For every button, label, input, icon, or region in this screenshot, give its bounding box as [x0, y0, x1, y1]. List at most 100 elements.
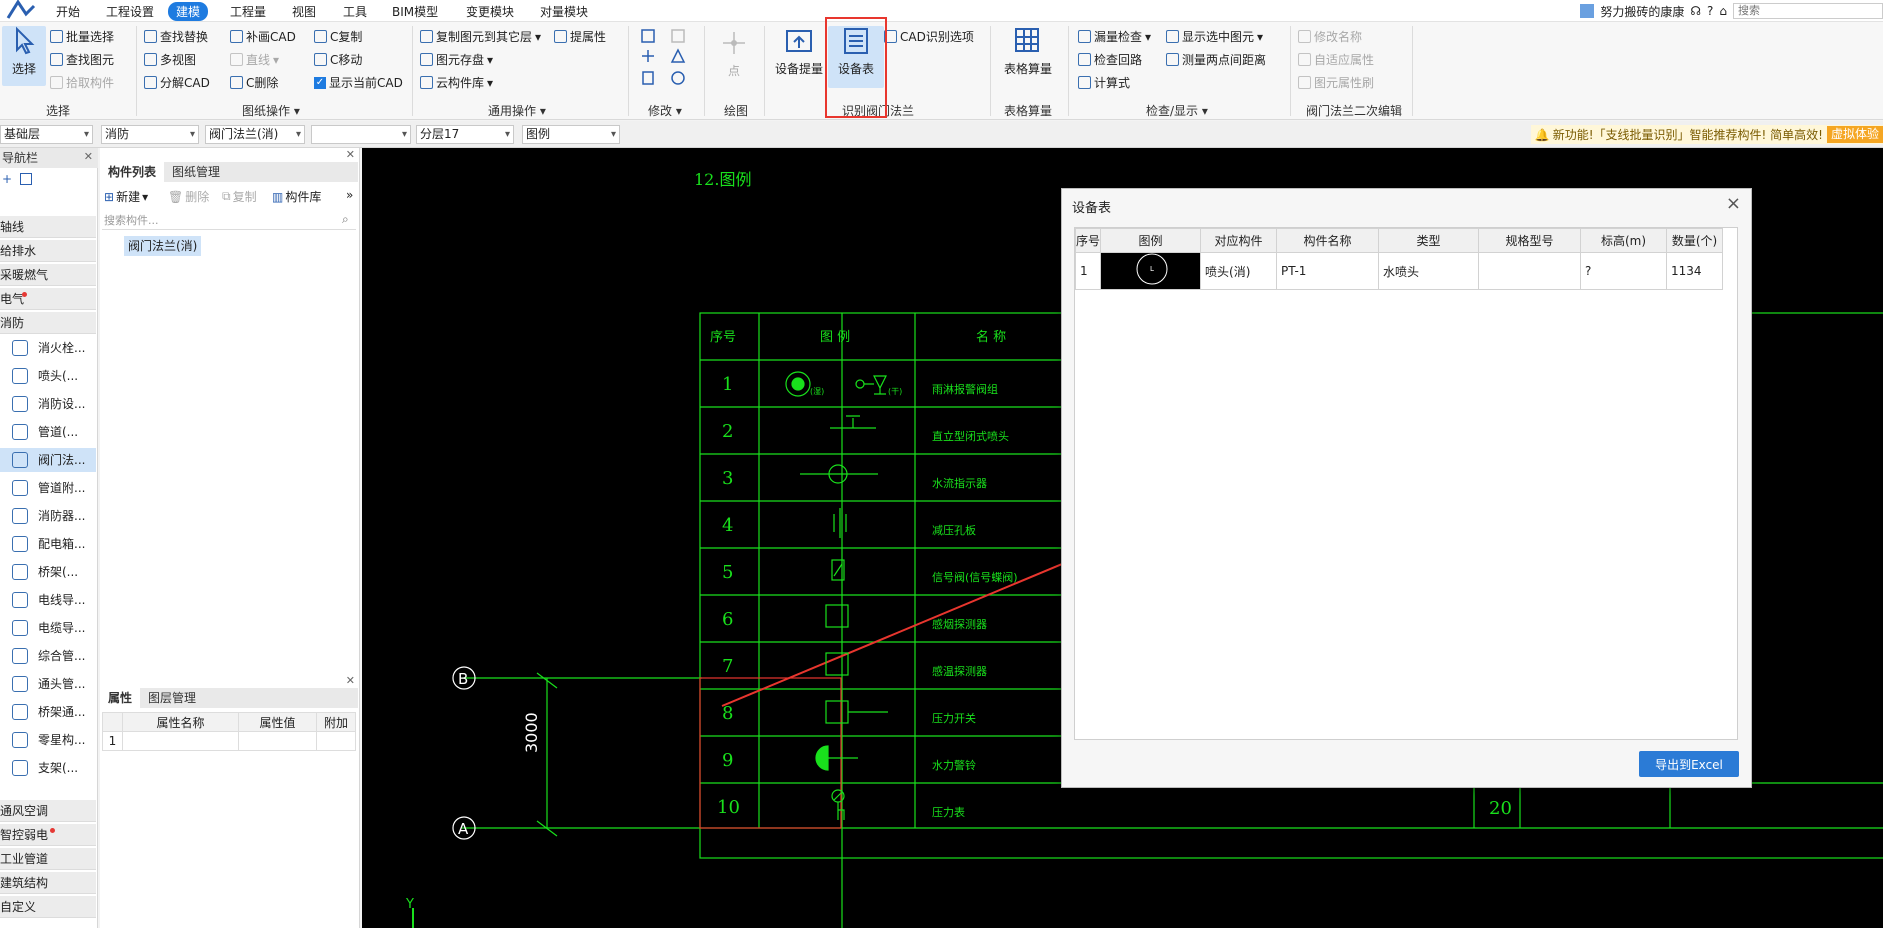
nav-category-axis[interactable]: 轴线 — [0, 216, 96, 238]
point-button[interactable]: 点 — [714, 28, 754, 79]
table-row[interactable]: 1 — [102, 731, 356, 751]
table-cell-name[interactable]: PT-1 — [1276, 252, 1380, 290]
rename-button[interactable]: 修改名称 — [1298, 28, 1362, 45]
close-icon[interactable]: × — [1726, 193, 1741, 214]
edit-icon[interactable] — [20, 173, 33, 185]
copy-to-layer-button[interactable]: 复制图元到其它层 ▾ — [420, 28, 541, 45]
search-icon[interactable]: ⌕ — [342, 212, 349, 227]
menu-change-module[interactable]: 变更模块 — [466, 3, 514, 20]
extract-property-button[interactable]: 提属性 — [554, 28, 606, 45]
tab-component-list[interactable]: 构件列表 — [100, 162, 165, 182]
close-icon[interactable]: ✕ — [346, 148, 355, 161]
show-current-cad-checkbox[interactable]: ✓ 显示当前CAD — [314, 74, 403, 91]
nav-category-building-structure[interactable]: 建筑结构 — [0, 872, 96, 894]
add-icon[interactable]: + — [2, 172, 12, 186]
tab-drawing-management[interactable]: 图纸管理 — [164, 162, 228, 182]
nav-category-heating-gas[interactable]: 采暖燃气 — [0, 264, 96, 286]
close-icon[interactable]: ✕ — [84, 150, 93, 163]
show-selected-button[interactable]: 显示选中图元 ▾ — [1166, 28, 1263, 45]
nav-item[interactable]: 桥架通... — [0, 700, 96, 724]
nav-category-fire[interactable]: 消防 — [0, 312, 96, 334]
table-header[interactable]: 序号 — [1074, 228, 1102, 253]
find-replace-button[interactable]: 查找替换 — [144, 28, 208, 45]
table-header[interactable]: 图例 — [1100, 228, 1202, 253]
c-copy-button[interactable]: C复制 — [314, 28, 362, 45]
tab-properties[interactable]: 属性 — [100, 688, 141, 708]
help-button[interactable]: ? — [1707, 4, 1713, 18]
explode-cad-button[interactable]: 分解CAD — [144, 74, 210, 91]
copy-button[interactable]: ⧉ 复制 — [222, 188, 257, 205]
feature-notice[interactable]: 🔔 新功能!「支线批量识别」智能推荐构件! 简单高效! 虚拟体验 — [1530, 125, 1883, 144]
missing-check-button[interactable]: 漏量检查 ▾ — [1078, 28, 1151, 45]
new-button[interactable]: ⊞ 新建 ▾ — [104, 188, 148, 205]
element-save-button[interactable]: 图元存盘 ▾ — [420, 51, 493, 68]
table-cell-elevation[interactable]: ? — [1580, 252, 1668, 290]
export-excel-button[interactable]: 导出到Excel — [1639, 751, 1739, 777]
component-library-button[interactable]: ▥ 构件库 — [272, 188, 321, 205]
line-button[interactable]: 直线 ▾ — [230, 51, 279, 68]
table-header[interactable]: 数量(个) — [1666, 228, 1724, 253]
nav-item[interactable]: 支架(... — [0, 756, 96, 780]
nav-item[interactable]: 消火栓... — [0, 336, 96, 360]
close-icon[interactable]: ✕ — [346, 674, 355, 687]
table-cell[interactable] — [238, 731, 317, 751]
component-select[interactable] — [311, 125, 411, 144]
nav-category-custom[interactable]: 自定义 — [0, 896, 96, 918]
search-input[interactable] — [1733, 3, 1883, 19]
menu-reconcile-module[interactable]: 对量模块 — [540, 3, 588, 20]
table-cell[interactable] — [316, 731, 356, 751]
table-header[interactable]: 规格型号 — [1478, 228, 1582, 253]
tab-layer-management[interactable]: 图层管理 — [140, 688, 204, 708]
table-cell-type[interactable]: 水喷头 — [1378, 252, 1480, 290]
table-header[interactable]: 标高(m) — [1580, 228, 1668, 253]
nav-item[interactable]: 管道(... — [0, 420, 96, 444]
table-cell-component[interactable]: 喷头(消) — [1200, 252, 1278, 290]
multi-view-button[interactable]: 多视图 — [144, 51, 196, 68]
virtual-experience-button[interactable]: 虚拟体验 — [1826, 126, 1883, 143]
shirt-icon[interactable]: ⌂ — [1719, 4, 1727, 18]
nav-category-hvac[interactable]: 通风空调 — [0, 800, 96, 822]
sublayer-select[interactable]: 分层17 — [416, 125, 514, 144]
legend-select[interactable]: 图例 — [522, 125, 620, 144]
more-icon[interactable]: » — [346, 188, 353, 202]
nav-category-water[interactable]: 给排水 — [0, 240, 96, 262]
modify-tools-icon[interactable] — [640, 28, 696, 94]
component-search-input[interactable]: 搜索构件... — [102, 212, 356, 230]
discipline-select[interactable]: 消防 — [101, 125, 199, 144]
menu-bim-model[interactable]: BIM模型 — [392, 3, 438, 20]
table-header[interactable]: 对应构件 — [1200, 228, 1278, 253]
table-header[interactable]: 类型 — [1378, 228, 1480, 253]
property-brush-button[interactable]: 图元属性刷 — [1298, 74, 1374, 91]
measure-distance-button[interactable]: 测量两点间距离 — [1166, 51, 1266, 68]
avatar[interactable] — [1580, 4, 1595, 18]
table-header[interactable]: 构件名称 — [1276, 228, 1380, 253]
nav-item[interactable]: 通头管... — [0, 672, 96, 696]
table-row[interactable]: 1 L 喷头(消) PT-1 水喷头 ? 1134 — [1074, 252, 1724, 290]
pick-component-button[interactable]: 拾取构件 — [50, 74, 114, 91]
cloud-library-button[interactable]: 云构件库 ▾ — [420, 74, 493, 91]
nav-item[interactable]: 综合管... — [0, 644, 96, 668]
nav-item[interactable]: 配电箱... — [0, 532, 96, 556]
nav-item[interactable]: 喷头(... — [0, 364, 96, 388]
nav-category-electric[interactable]: 电气 — [0, 288, 96, 310]
check-loop-button[interactable]: 检查回路 — [1078, 51, 1142, 68]
floor-select[interactable]: 基础层 — [0, 125, 93, 144]
user-name[interactable]: 努力搬砖的康康 — [1600, 3, 1684, 20]
equipment-lift-button[interactable]: 设备提量 — [772, 26, 826, 77]
select-button[interactable]: 选择 — [2, 26, 46, 86]
table-cell[interactable] — [122, 731, 239, 751]
menu-quantity[interactable]: 工程量 — [230, 3, 266, 20]
menu-tools[interactable]: 工具 — [343, 3, 367, 20]
nav-item[interactable]: 消防设... — [0, 392, 96, 416]
nav-item[interactable]: 电线导... — [0, 588, 96, 612]
nav-item[interactable]: 管道附... — [0, 476, 96, 500]
nav-item[interactable]: 桥架(... — [0, 560, 96, 584]
menu-modeling[interactable]: 建模 — [168, 2, 209, 21]
nav-category-smart-weak[interactable]: 智控弱电 — [0, 824, 96, 846]
nav-item[interactable]: 阀门法... — [0, 448, 96, 472]
nav-item[interactable]: 零星构... — [0, 728, 96, 752]
nav-item[interactable]: 消防器... — [0, 504, 96, 528]
c-move-button[interactable]: C移动 — [314, 51, 362, 68]
table-calc-button[interactable]: 表格算量 — [998, 26, 1058, 77]
nav-category-industrial-pipe[interactable]: 工业管道 — [0, 848, 96, 870]
